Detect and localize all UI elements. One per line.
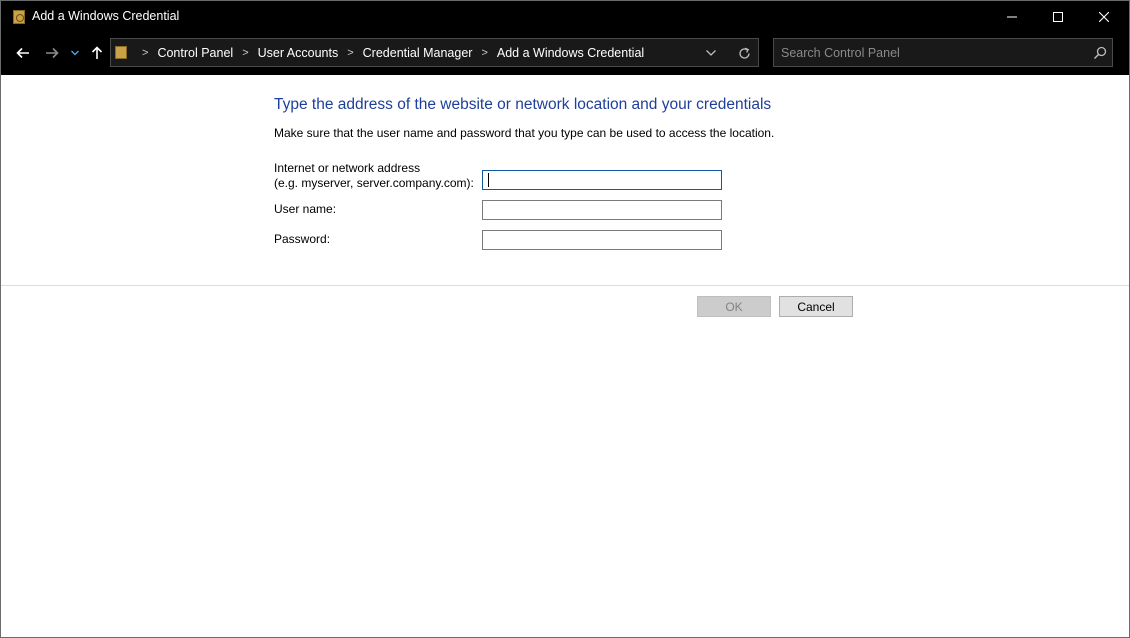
cancel-button[interactable]: Cancel [779, 296, 853, 317]
close-icon [1099, 12, 1109, 22]
search-box[interactable] [773, 38, 1113, 67]
breadcrumb-control-panel[interactable]: Control Panel [157, 46, 233, 60]
address-bar[interactable]: > Control Panel > User Accounts > Creden… [110, 38, 759, 67]
arrow-right-icon [46, 47, 59, 59]
search-input[interactable] [774, 39, 1081, 66]
main-content: Type the address of the website or netwo… [1, 75, 1129, 637]
chevron-down-icon [71, 50, 79, 56]
window-title: Add a Windows Credential [32, 9, 180, 23]
credential-manager-icon [13, 10, 25, 24]
username-input[interactable] [482, 200, 722, 220]
arrow-up-icon [91, 46, 103, 59]
minimize-button[interactable] [989, 1, 1035, 33]
breadcrumb: > Control Panel > User Accounts > Creden… [133, 39, 644, 66]
divider [1, 285, 1129, 286]
minimize-icon [1007, 16, 1017, 18]
address-example-label: (e.g. myserver, server.company.com): [274, 176, 474, 190]
address-label: Internet or network address [274, 161, 421, 175]
maximize-icon [1053, 12, 1063, 22]
refresh-icon [738, 47, 750, 59]
arrow-left-icon [16, 47, 29, 59]
username-label: User name: [274, 202, 337, 216]
credential-window: Add a Windows Credential > Control Panel… [0, 0, 1130, 638]
recent-locations-button[interactable] [68, 43, 82, 63]
refresh-button[interactable] [735, 45, 753, 61]
text-cursor [488, 173, 489, 187]
breadcrumb-separator[interactable]: > [347, 47, 353, 59]
password-input[interactable] [482, 230, 722, 250]
breadcrumb-separator[interactable]: > [142, 47, 148, 59]
close-button[interactable] [1081, 1, 1127, 33]
navigation-bar: > Control Panel > User Accounts > Creden… [1, 33, 1129, 75]
chevron-down-icon [706, 50, 716, 56]
instructions-text: Make sure that the user name and passwor… [274, 126, 775, 140]
control-panel-icon [115, 46, 127, 59]
forward-button[interactable] [41, 43, 63, 63]
breadcrumb-separator[interactable]: > [242, 47, 248, 59]
page-heading: Type the address of the website or netwo… [274, 96, 772, 113]
back-button[interactable] [12, 43, 34, 63]
network-address-input[interactable] [482, 170, 722, 190]
breadcrumb-user-accounts[interactable]: User Accounts [258, 46, 339, 60]
up-button[interactable] [86, 43, 108, 63]
address-history-button[interactable] [703, 47, 719, 59]
breadcrumb-separator[interactable]: > [481, 47, 487, 59]
breadcrumb-credential-manager[interactable]: Credential Manager [363, 46, 473, 60]
ok-button[interactable]: OK [697, 296, 771, 317]
password-label: Password: [274, 232, 331, 246]
search-icon[interactable] [1092, 45, 1108, 61]
breadcrumb-add-windows-credential[interactable]: Add a Windows Credential [497, 46, 644, 60]
title-bar[interactable]: Add a Windows Credential [1, 1, 1129, 33]
maximize-button[interactable] [1035, 1, 1081, 33]
